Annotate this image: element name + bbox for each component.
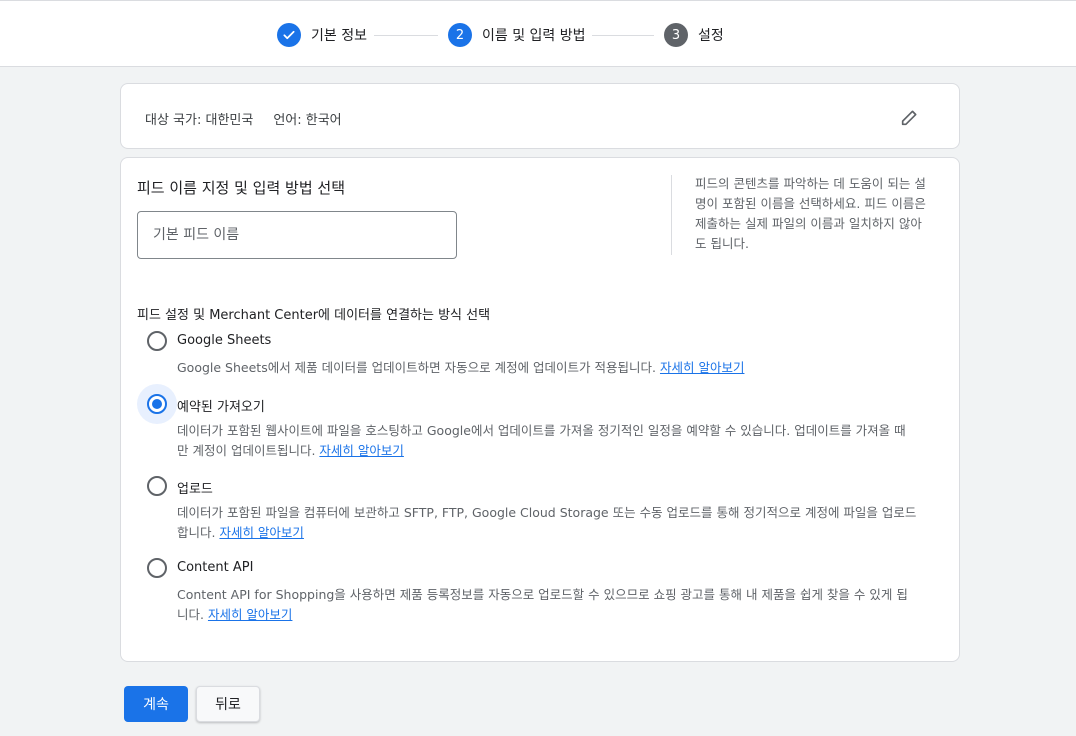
divider [671,175,672,255]
step-label: 기본 정보 [311,28,367,44]
step-connector [374,35,438,36]
step-label: 이름 및 입력 방법 [482,28,586,44]
pencil-icon[interactable] [899,106,921,128]
continue-button[interactable]: 계속 [124,686,188,722]
option-title: 업로드 [177,482,213,497]
feed-name-input[interactable] [137,211,457,259]
learn-more-link[interactable]: 자세히 알아보기 [208,607,292,622]
step-settings[interactable]: 3 설정 [664,22,724,48]
radio-scheduled-fetch[interactable] [137,384,177,424]
option-description: 데이터가 포함된 웹사이트에 파일을 호스팅하고 Google에서 업데이트를 … [177,423,906,458]
stepper: 기본 정보 2 이름 및 입력 방법 3 설정 [0,0,1076,67]
target-country: 대상 국가: 대한민국 [145,113,254,128]
option-description: 데이터가 포함된 파일을 컴퓨터에 보관하고 SFTP, FTP, Google… [177,505,917,540]
help-text: 피드의 콘텐츠를 파악하는 데 도움이 되는 설명이 포함된 이름을 선택하세요… [695,176,926,251]
learn-more-link[interactable]: 자세히 알아보기 [319,443,403,458]
back-button[interactable]: 뒤로 [196,686,260,722]
radio-upload[interactable] [137,466,177,506]
step-name-and-input[interactable]: 2 이름 및 입력 방법 [448,22,586,48]
summary-card: 대상 국가: 대한민국 언어: 한국어 [120,83,960,149]
option-title: 예약된 가져오기 [177,400,265,415]
check-icon [277,23,301,47]
learn-more-link[interactable]: 자세히 알아보기 [219,525,303,540]
feed-setup-card: 피드 이름 지정 및 입력 방법 선택 피드의 콘텐츠를 파악하는 데 도움이 … [120,157,960,662]
step-number: 2 [448,23,472,47]
option-description: Google Sheets에서 제품 데이터를 업데이트하면 자동으로 계정에 … [177,360,745,375]
option-title: Content API [177,560,254,575]
summary-text: 대상 국가: 대한민국 언어: 한국어 [145,109,342,128]
method-section-title: 피드 설정 및 Merchant Center에 데이터를 연결하는 방식 선택 [137,308,491,323]
step-label: 설정 [698,28,724,44]
language: 언어: 한국어 [273,113,342,128]
section-title: 피드 이름 지정 및 입력 방법 선택 [137,179,346,197]
step-number: 3 [664,23,688,47]
step-connector [592,35,654,36]
step-basic-info[interactable]: 기본 정보 [277,22,367,48]
option-description: Content API for Shopping을 사용하면 제품 등록정보를 … [177,587,908,622]
option-title: Google Sheets [177,333,272,348]
radio-google-sheets[interactable] [137,321,177,361]
learn-more-link[interactable]: 자세히 알아보기 [660,360,744,375]
radio-content-api[interactable] [137,548,177,588]
